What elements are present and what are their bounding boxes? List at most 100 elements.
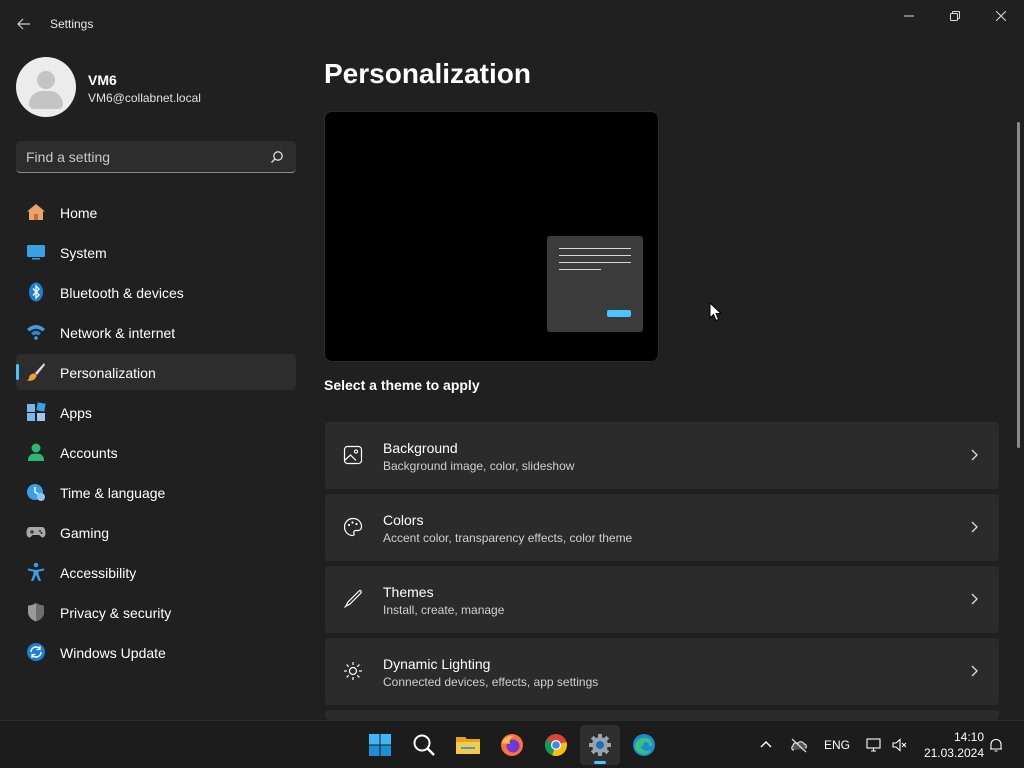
chrome-icon xyxy=(544,734,567,757)
avatar[interactable] xyxy=(16,57,76,117)
sidebar-item-windows-update[interactable]: Windows Update xyxy=(16,634,296,670)
user-name: VM6 xyxy=(88,72,117,88)
lighting-icon xyxy=(344,662,362,680)
taskbar-settings[interactable] xyxy=(580,725,620,765)
close-icon xyxy=(996,11,1006,21)
apps-icon xyxy=(27,402,46,421)
sidebar-item-accounts[interactable]: Accounts xyxy=(16,434,296,470)
mouse-cursor-icon xyxy=(709,302,723,322)
sidebar-item-label: Privacy & security xyxy=(60,605,172,621)
close-button[interactable] xyxy=(978,0,1024,32)
edge-icon xyxy=(633,734,655,756)
card-title: Background xyxy=(383,440,458,456)
sidebar-item-bluetooth[interactable]: Bluetooth & devices xyxy=(16,274,296,310)
file-explorer-icon xyxy=(456,737,480,754)
chevron-right-icon xyxy=(971,593,978,605)
tray-notifications[interactable] xyxy=(988,721,1004,768)
sidebar-item-personalization[interactable]: Personalization xyxy=(16,354,296,390)
active-app-indicator xyxy=(594,761,606,764)
sidebar-item-label: Apps xyxy=(60,405,92,421)
search-icon[interactable] xyxy=(270,150,284,164)
update-icon xyxy=(27,643,45,661)
card-themes[interactable]: Themes Install, create, manage xyxy=(325,566,999,633)
taskbar-file-explorer[interactable] xyxy=(448,725,488,765)
chevron-right-icon xyxy=(971,665,978,677)
image-icon xyxy=(343,445,363,465)
back-arrow-icon xyxy=(17,18,30,30)
sidebar-item-label: Home xyxy=(60,205,98,221)
minimize-button[interactable] xyxy=(886,0,932,32)
cloud-offline-icon xyxy=(791,738,807,753)
card-subtitle: Accent color, transparency effects, colo… xyxy=(383,531,633,545)
back-button[interactable] xyxy=(12,12,36,36)
language-indicator: ENG xyxy=(824,738,851,752)
accessibility-icon xyxy=(28,562,44,581)
search-box[interactable] xyxy=(16,141,296,173)
restore-icon xyxy=(950,11,960,21)
chevron-right-icon xyxy=(971,449,978,461)
sidebar-item-label: Gaming xyxy=(60,525,110,541)
sidebar-item-network[interactable]: Network & internet xyxy=(16,314,296,350)
palette-icon xyxy=(343,517,363,537)
sidebar-item-gaming[interactable]: Gaming xyxy=(16,514,296,550)
taskbar: ENG 14:10 21.03.2024 xyxy=(0,720,1024,768)
sidebar-item-label: Accessibility xyxy=(60,565,137,581)
sidebar-item-label: Time & language xyxy=(60,485,166,501)
sidebar-item-home[interactable]: Home xyxy=(16,194,296,230)
clock-date: 21.03.2024 xyxy=(923,746,984,760)
settings-icon xyxy=(589,734,611,756)
taskbar-start-button[interactable] xyxy=(360,725,400,765)
card-background[interactable]: Background Background image, color, slid… xyxy=(325,422,999,489)
tray-network[interactable] xyxy=(866,721,882,768)
theme-preview xyxy=(324,111,659,362)
card-title: Dynamic Lighting xyxy=(383,656,491,672)
bell-icon xyxy=(990,738,1002,752)
sidebar-item-label: Accounts xyxy=(60,445,118,461)
chevron-up-icon xyxy=(760,741,772,748)
taskbar-chrome[interactable] xyxy=(536,725,576,765)
card-partial[interactable] xyxy=(325,710,999,720)
taskbar-search-button[interactable] xyxy=(404,725,444,765)
taskbar-firefox[interactable] xyxy=(492,725,532,765)
chevron-right-icon xyxy=(971,521,978,533)
accounts-icon xyxy=(28,443,44,461)
card-subtitle: Install, create, manage xyxy=(383,603,505,617)
sidebar-item-label: Bluetooth & devices xyxy=(60,285,184,301)
tray-language[interactable]: ENG xyxy=(824,721,850,768)
sidebar-item-privacy-security[interactable]: Privacy & security xyxy=(16,594,296,630)
network-icon xyxy=(27,325,45,340)
sidebar-item-label: System xyxy=(60,245,107,261)
scrollbar[interactable] xyxy=(1017,122,1020,448)
title-bar: Settings xyxy=(0,0,1024,48)
clock-time: 14:10 xyxy=(953,730,984,744)
sidebar-item-system[interactable]: System xyxy=(16,234,296,270)
sidebar-item-label: Windows Update xyxy=(60,645,166,661)
card-title: Colors xyxy=(383,512,424,528)
user-profile[interactable]: VM6 VM6@collabnet.local xyxy=(16,57,296,117)
restore-button[interactable] xyxy=(932,0,978,32)
preview-window xyxy=(547,236,643,332)
preview-accent-button xyxy=(607,310,631,317)
taskbar-clock[interactable]: 14:10 21.03.2024 xyxy=(920,729,984,761)
pen-icon xyxy=(344,589,362,608)
tray-overflow-button[interactable] xyxy=(758,721,774,768)
user-email: VM6@collabnet.local xyxy=(88,91,201,105)
card-dynamic-lighting[interactable]: Dynamic Lighting Connected devices, effe… xyxy=(325,638,999,705)
sidebar-item-accessibility[interactable]: Accessibility xyxy=(16,554,296,590)
sidebar-item-apps[interactable]: Apps xyxy=(16,394,296,430)
tray-onedrive[interactable] xyxy=(790,721,808,768)
system-icon xyxy=(27,245,45,260)
firefox-icon xyxy=(501,734,523,756)
network-status-icon xyxy=(866,738,881,752)
theme-section-label: Select a theme to apply xyxy=(324,377,480,393)
sidebar-item-time-language[interactable]: Time & language xyxy=(16,474,296,510)
sidebar-item-label: Network & internet xyxy=(60,325,176,341)
search-input[interactable] xyxy=(26,147,256,167)
tray-volume[interactable] xyxy=(892,721,908,768)
sidebar-item-label: Personalization xyxy=(60,365,156,381)
brush-icon xyxy=(27,363,45,381)
card-subtitle: Background image, color, slideshow xyxy=(383,459,575,473)
taskbar-edge[interactable] xyxy=(624,725,664,765)
volume-muted-icon xyxy=(892,738,907,752)
card-colors[interactable]: Colors Accent color, transparency effect… xyxy=(325,494,999,561)
